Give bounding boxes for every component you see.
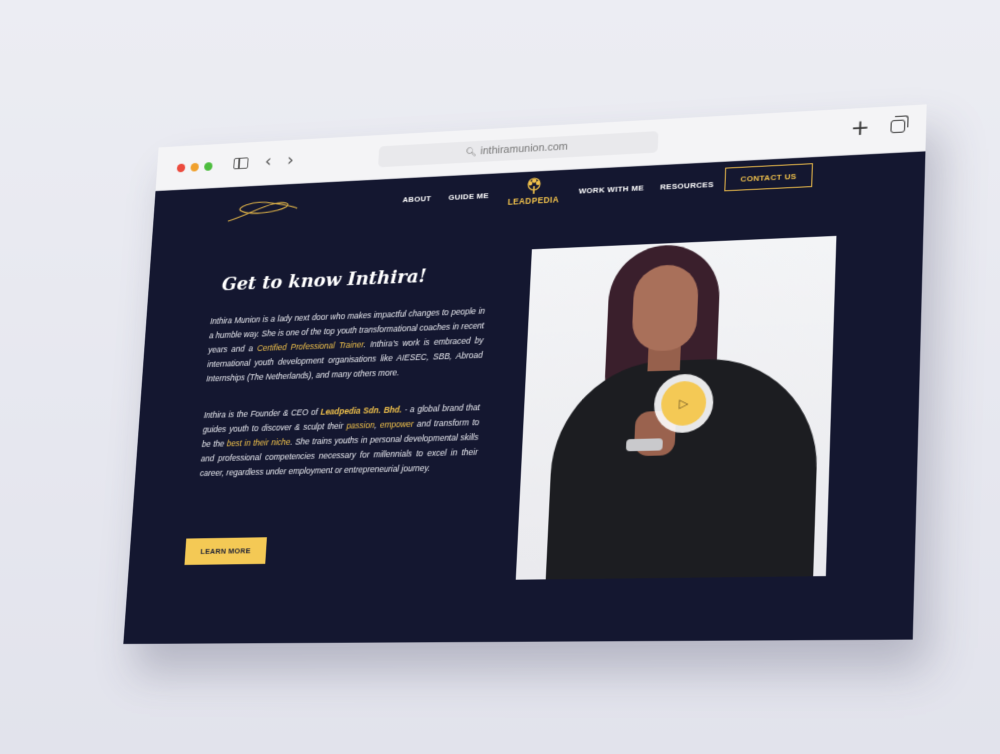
founder-paragraph: Inthira is the Founder & CEO of Leadpedi… [199,400,481,481]
chevron-left-icon[interactable]: ‹ [264,151,272,171]
lock-icon: 🔍︎ [465,146,477,157]
leadpedia-logo[interactable]: LEADPEDIA [506,176,562,207]
learn-more-button[interactable]: LEARN MORE [184,537,267,565]
chevron-right-icon[interactable]: › [286,150,294,170]
website-page: ABOUT GUIDE ME LEADPEDIA WORK WITH ME RE… [123,151,926,644]
nav-work-with-me[interactable]: WORK WITH ME [579,184,645,196]
signature-logo[interactable] [224,195,300,225]
passion-highlight: passion [346,420,375,431]
founder-text: Inthira is the Founder & CEO of [203,406,321,420]
browser-window: ‹ › 🔍︎ inthiramunion.com + ABOUT GUIDE ME [123,104,927,644]
close-dot[interactable] [176,163,186,173]
nav-resources[interactable]: RESOURCES [660,180,714,192]
contact-us-button[interactable]: CONTACT US [724,163,813,192]
plus-icon[interactable]: + [850,115,870,142]
certified-trainer-link[interactable]: Certified Professional Trainer [257,340,364,353]
company-name[interactable]: Leadpedia Sdn. Bhd. [320,405,402,417]
minimize-dot[interactable] [190,162,200,172]
tree-icon [522,177,546,194]
brand-name: LEADPEDIA [507,194,560,207]
portrait-video[interactable]: ▷ [515,235,837,580]
sidebar-icon[interactable] [233,157,249,170]
nav-about[interactable]: ABOUT [402,194,431,204]
watch [625,438,663,452]
niche-highlight: best in their niche [226,436,291,449]
mockup-stage: ‹ › 🔍︎ inthiramunion.com + ABOUT GUIDE ME [0,0,1000,754]
address-bar[interactable]: 🔍︎ inthiramunion.com [378,131,659,168]
hero-title: Get to know Inthira! [221,265,428,296]
nav-guide-me[interactable]: GUIDE ME [448,191,489,202]
intro-paragraph: Inthira Munion is a lady next door who m… [206,304,485,386]
empower-highlight: empower [379,418,414,430]
portrait-face [631,263,700,352]
url-text: inthiramunion.com [480,140,569,158]
tabs-icon[interactable] [890,119,906,134]
maximize-dot[interactable] [203,162,213,171]
